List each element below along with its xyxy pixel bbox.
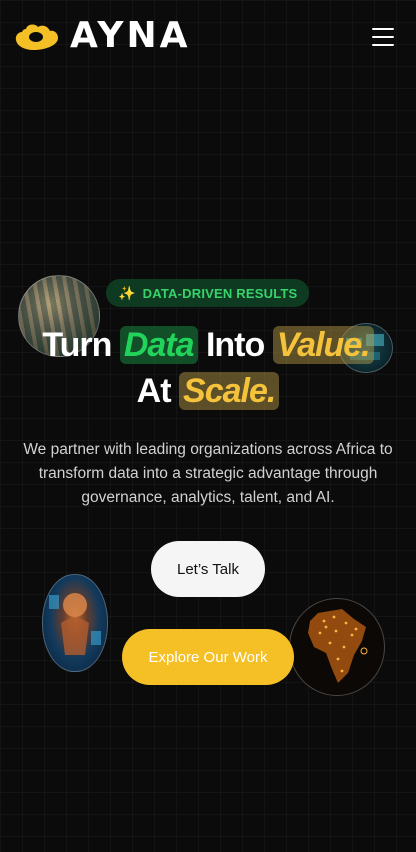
hero-headline: Turn Data Into Value. At Scale. <box>0 322 416 414</box>
headline-word-into: Into <box>205 326 265 364</box>
lets-talk-button[interactable]: Let’s Talk <box>151 541 265 597</box>
sparkles-icon: ✨ <box>118 284 136 301</box>
africa-map-image <box>289 598 385 696</box>
brand-wordmark: AYNA <box>70 15 191 56</box>
headline-highlight-value: Value. <box>272 326 374 364</box>
site-header: AYNA <box>0 0 416 76</box>
headline-highlight-scale: Scale. <box>179 372 280 410</box>
headline-word-turn: Turn <box>42 326 112 364</box>
hamburger-menu-icon[interactable] <box>372 28 394 46</box>
brand-logo[interactable]: AYNA <box>14 18 190 54</box>
headline-highlight-data: Data <box>119 326 198 364</box>
hero-description: We partner with leading organizations ac… <box>23 441 393 506</box>
headline-word-at: At <box>136 372 172 410</box>
results-badge: ✨ DATA-DRIVEN RESULTS <box>106 279 310 307</box>
ai-figure-image <box>42 574 108 672</box>
explore-work-button[interactable]: Explore Our Work <box>122 629 294 685</box>
badge-label: DATA-DRIVEN RESULTS <box>142 285 298 301</box>
cloud-blob-icon <box>15 24 59 50</box>
